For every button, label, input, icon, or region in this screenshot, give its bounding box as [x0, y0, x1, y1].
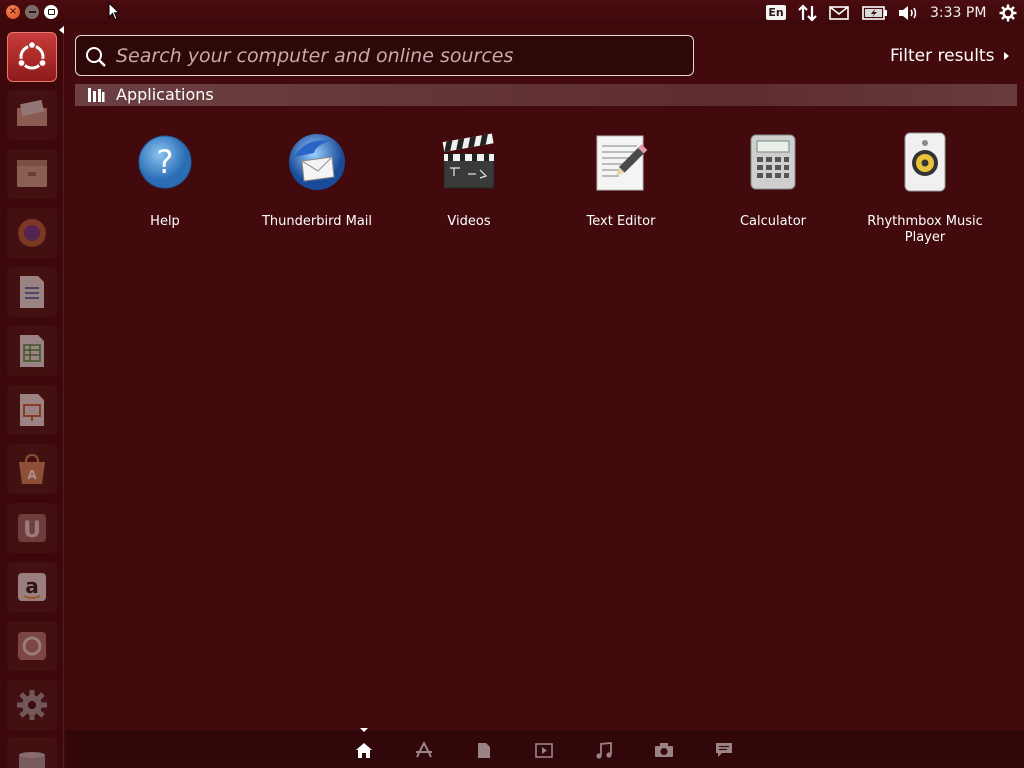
lens-social-icon[interactable] — [714, 740, 734, 760]
speaker-icon — [893, 130, 957, 194]
mail-icon[interactable] — [828, 3, 850, 22]
clock[interactable]: 3:33 PM — [930, 3, 990, 22]
clapperboard-icon — [437, 130, 501, 194]
app-videos[interactable]: Videos — [399, 128, 539, 258]
minimize-icon[interactable] — [25, 5, 39, 19]
lens-photos-icon[interactable] — [654, 740, 674, 760]
launcher-calc-icon[interactable] — [7, 326, 57, 376]
launcher-active-arrow-icon — [59, 26, 64, 34]
keyboard-indicator[interactable]: En — [765, 3, 787, 22]
network-icon[interactable] — [797, 3, 819, 22]
app-help[interactable]: ? Help — [95, 128, 235, 258]
launcher-software-center-icon[interactable]: A — [7, 444, 57, 494]
app-text-editor[interactable]: Text Editor — [551, 128, 691, 258]
thunderbird-icon — [285, 130, 349, 194]
launcher-writer-icon[interactable] — [7, 267, 57, 317]
launcher-amazon-icon[interactable]: a — [7, 562, 57, 612]
app-thunderbird-mail[interactable]: Thunderbird Mail — [247, 128, 387, 258]
lens-home-icon[interactable] — [354, 740, 374, 760]
ubuntu-logo-icon — [17, 40, 47, 70]
category-title: Applications — [116, 85, 214, 104]
launcher-impress-icon[interactable] — [7, 385, 57, 435]
svg-text:U: U — [23, 518, 41, 543]
sound-icon[interactable] — [897, 3, 919, 22]
maximize-icon[interactable] — [44, 5, 58, 19]
filter-results-label: Filter results — [890, 46, 995, 66]
app-rhythmbox-music-player[interactable]: Rhythmbox Music Player — [855, 128, 995, 258]
category-header-applications[interactable]: Applications — [75, 84, 1017, 106]
keyboard-layout-label: En — [766, 5, 786, 20]
search-icon — [86, 47, 106, 67]
close-icon[interactable]: × — [6, 5, 20, 19]
svg-text:a: a — [25, 574, 39, 598]
app-label: Videos — [447, 214, 491, 229]
calculator-icon — [741, 130, 805, 194]
svg-text:?: ? — [157, 143, 174, 181]
help-icon: ? — [133, 130, 197, 194]
launcher-trash-icon[interactable] — [7, 737, 57, 768]
launcher-dash-home[interactable] — [7, 32, 57, 82]
battery-icon[interactable] — [862, 3, 888, 22]
lens-applications-icon[interactable] — [414, 740, 434, 760]
app-label: Thunderbird Mail — [261, 214, 373, 229]
search-box[interactable] — [75, 35, 694, 76]
launcher-firefox-icon[interactable] — [7, 208, 57, 258]
chevron-right-icon — [1004, 52, 1010, 60]
lens-music-icon[interactable] — [594, 740, 614, 760]
active-lens-pointer-icon — [360, 728, 368, 732]
lens-files-icon[interactable] — [474, 740, 494, 760]
launcher-settings-icon[interactable] — [7, 680, 57, 730]
launcher-ubuntu-one-music-icon[interactable] — [7, 621, 57, 671]
text-editor-icon — [589, 130, 653, 194]
top-panel: × En 3:33 PM — [0, 0, 1024, 25]
mouse-cursor-icon — [108, 1, 121, 25]
filter-results-button[interactable]: Filter results — [890, 44, 1010, 68]
launcher-file-manager-icon[interactable] — [7, 149, 57, 199]
app-label: Text Editor — [586, 214, 656, 229]
launcher-files-icon[interactable] — [7, 90, 57, 140]
lens-videos-icon[interactable] — [534, 740, 554, 760]
app-label: Help — [150, 214, 180, 229]
launcher-ubuntu-one-icon[interactable]: U — [7, 503, 57, 553]
launcher: A U a — [0, 25, 64, 768]
app-calculator[interactable]: Calculator — [703, 128, 843, 258]
app-label: Calculator — [739, 214, 806, 229]
session-gear-icon[interactable] — [997, 3, 1019, 22]
svg-text:A: A — [27, 468, 37, 482]
search-input[interactable] — [116, 42, 676, 70]
app-label: Rhythmbox Music Player — [867, 214, 983, 245]
applications-category-icon — [88, 88, 105, 102]
